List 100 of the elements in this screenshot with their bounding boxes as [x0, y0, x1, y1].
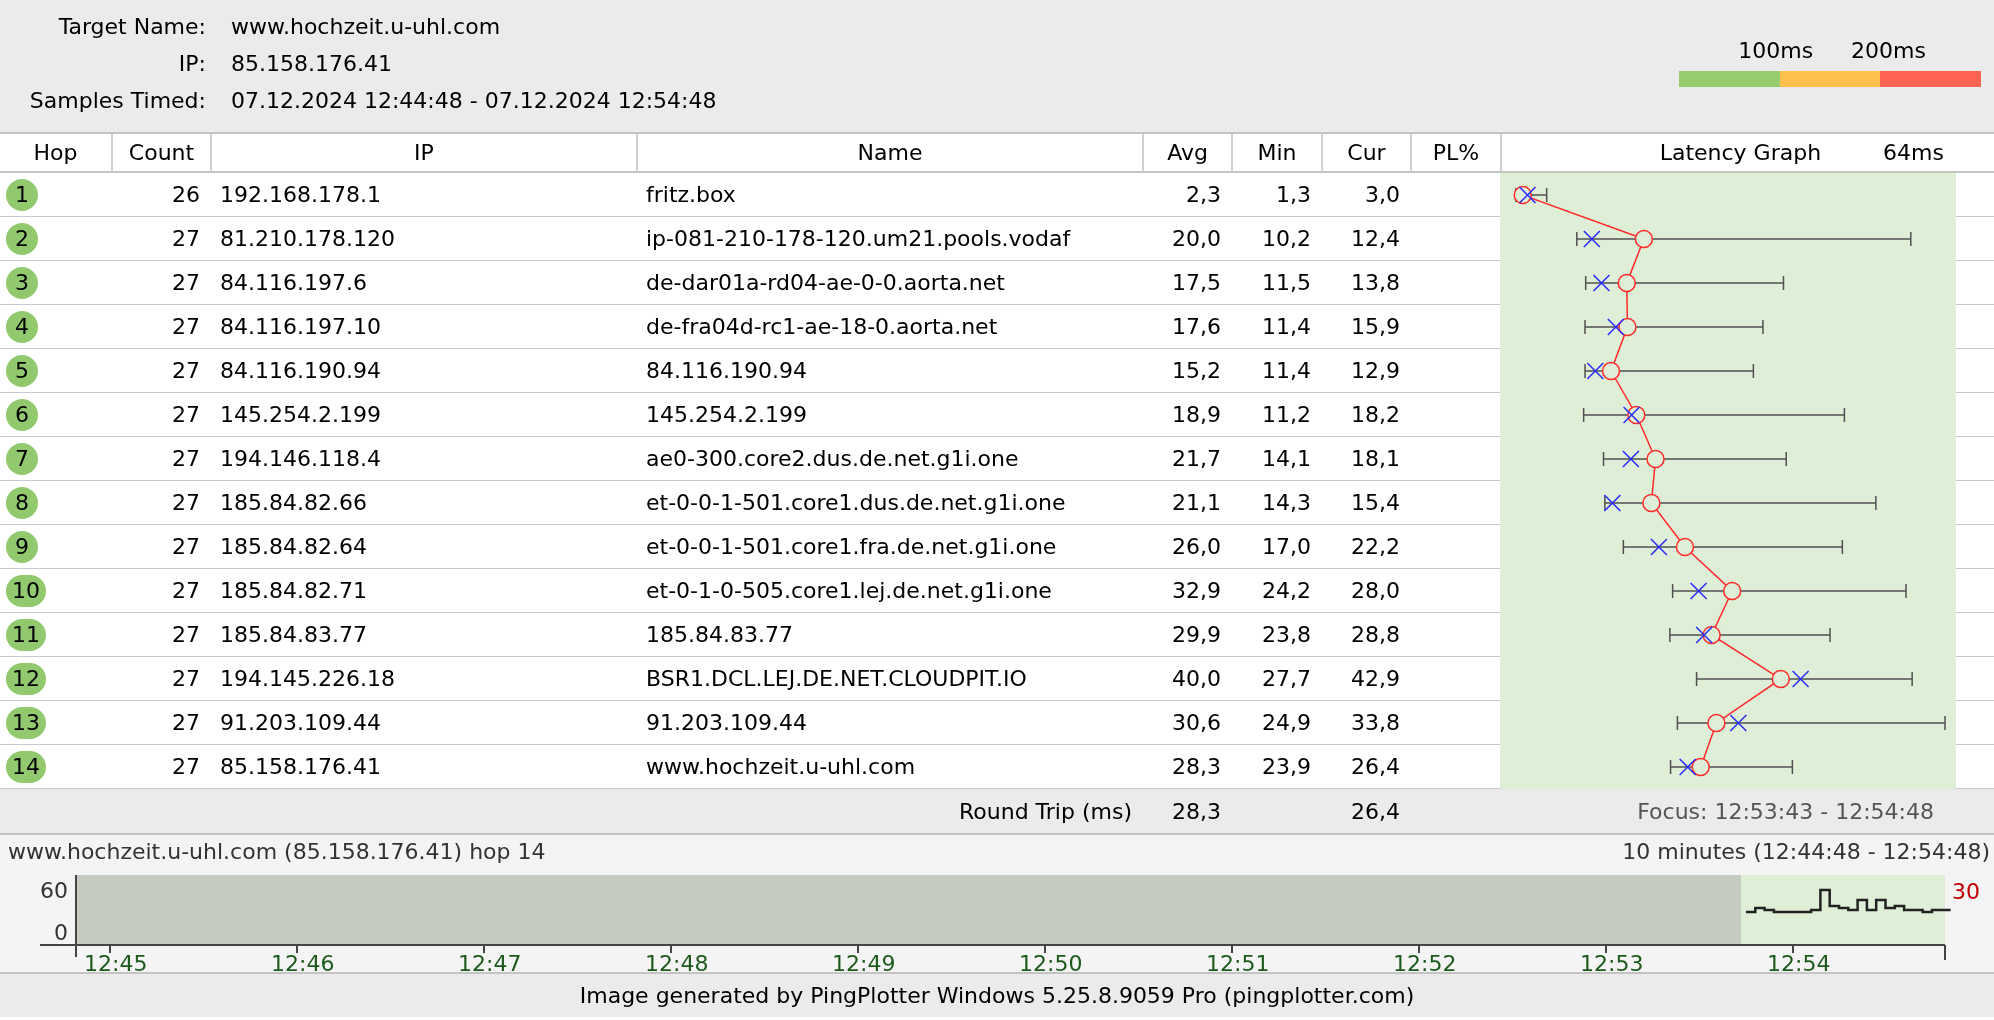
table-cell-text: 17,0	[1261, 534, 1312, 559]
table-cell-text: 185.84.82.66	[219, 490, 368, 515]
table-cell-text: 28,0	[1350, 578, 1401, 603]
time-label: 12:45	[84, 951, 148, 976]
table-cell-text: 26	[171, 182, 201, 207]
table-cell-text: 10,2	[1261, 226, 1312, 251]
table-cell-text: 84.116.197.6	[219, 270, 368, 295]
table-cell-text: 15,4	[1350, 490, 1401, 515]
footer-text: Image generated by PingPlotter Windows 5.25.8.9059 Pro (pingplotter.com)	[0, 974, 1994, 1017]
table-cell-text: 185.84.82.71	[219, 578, 368, 603]
table-cell-text: 15,9	[1350, 314, 1401, 339]
average-marker	[1601, 361, 1621, 381]
table-cell-text: 145.254.2.199	[219, 402, 382, 427]
column-header[interactable]: Count	[111, 134, 210, 171]
column-header[interactable]: Avg	[1142, 134, 1231, 171]
average-marker	[1617, 273, 1636, 293]
current-marker	[1729, 714, 1748, 732]
table-cell-text: 27	[171, 358, 201, 383]
field-value: 85.158.176.41	[231, 51, 393, 76]
average-marker	[1618, 317, 1637, 337]
average-marker	[1646, 449, 1665, 469]
average-marker	[1642, 493, 1661, 513]
hop-badge: 10	[6, 574, 46, 607]
hop-badge: 8	[6, 486, 38, 519]
table-cell-text: 194.146.118.4	[219, 446, 382, 471]
time-label: 12:51	[1206, 951, 1270, 976]
legend-label: 100ms	[1738, 38, 1814, 63]
time-label: 12:49	[832, 951, 896, 976]
table-cell-text: 17,6	[1171, 314, 1222, 339]
table-cell-text: 22,2	[1350, 534, 1401, 559]
table-cell-text: 91.203.109.44	[645, 710, 808, 735]
time-label: 12:47	[458, 951, 522, 976]
table-cell-text: 40,0	[1171, 666, 1222, 691]
column-header[interactable]: Hop	[0, 134, 111, 171]
time-label: 12:50	[1019, 951, 1083, 976]
table-cell-text: 17,5	[1171, 270, 1222, 295]
hop-badge: 1	[6, 178, 38, 211]
table-cell-text: 2,3	[1185, 182, 1222, 207]
hop-badge: 14	[6, 750, 46, 783]
table-cell-text: 26,4	[1350, 798, 1401, 824]
column-header[interactable]: Name	[636, 134, 1142, 171]
table-cell-text: 185.84.83.77	[645, 622, 794, 647]
hop-badge: 5	[6, 354, 38, 387]
column-header[interactable]: IP	[210, 134, 636, 171]
field-value: www.hochzeit.u-uhl.com	[231, 14, 502, 39]
table-cell-text: 11,5	[1261, 270, 1312, 295]
table-cell-text: 27	[171, 754, 201, 779]
current-marker	[1650, 538, 1668, 556]
table-cell-text: 27	[171, 270, 201, 295]
current-marker	[1583, 230, 1601, 248]
current-marker	[1622, 450, 1640, 468]
hop-badge: 3	[6, 266, 38, 299]
table-cell-text: 18,1	[1350, 446, 1401, 471]
column-header[interactable]: PL%	[1410, 134, 1500, 171]
table-cell-text: 23,8	[1261, 622, 1312, 647]
average-marker	[1771, 669, 1790, 689]
table-cell-text: 1,3	[1275, 182, 1312, 207]
focus-area[interactable]	[1741, 875, 1945, 945]
column-header[interactable]: Cur	[1321, 134, 1410, 171]
table-cell-text: 27	[171, 490, 201, 515]
table-cell-text: 24,2	[1261, 578, 1312, 603]
table-cell-text: et-0-0-1-501.core1.fra.de.net.g1i.one	[645, 534, 1058, 559]
table-cell-text: 84.116.190.94	[219, 358, 382, 383]
table-cell-text: et-0-1-0-505.core1.lej.de.net.g1i.one	[645, 578, 1053, 603]
table-cell-text: 27	[171, 710, 201, 735]
current-marker	[1791, 670, 1810, 688]
hop-badge: 12	[6, 662, 46, 695]
table-cell-text: ae0-300.core2.dus.de.net.g1i.one	[645, 446, 1020, 471]
table-cell-text: 12,4	[1350, 226, 1401, 251]
table-cell-text: 28,3	[1171, 754, 1222, 779]
hop-badge: 9	[6, 530, 38, 563]
current-marker	[1689, 582, 1708, 600]
table-cell-text: 18,9	[1171, 402, 1222, 427]
table-cell-text: 85.158.176.41	[219, 754, 382, 779]
time-label: 12:52	[1393, 951, 1457, 976]
table-cell-text: 27	[171, 446, 201, 471]
table-cell-text: 32,9	[1171, 578, 1222, 603]
average-marker	[1691, 757, 1710, 777]
current-marker	[1695, 626, 1713, 644]
hop-badge: 11	[6, 618, 46, 651]
current-marker	[1518, 186, 1537, 204]
round-trip-label: Round Trip (ms)	[958, 798, 1133, 824]
field-label: Samples Timed:	[28, 88, 206, 113]
time-label: 12:54	[1767, 951, 1831, 976]
table-cell-text: 14,1	[1261, 446, 1312, 471]
table-cell-text: www.hochzeit.u-uhl.com	[645, 754, 917, 779]
field-label: IP:	[177, 51, 206, 76]
table-cell-text: 27	[171, 534, 201, 559]
table-cell-text: 27	[171, 226, 201, 251]
table-cell-text: 26,0	[1171, 534, 1222, 559]
current-marker	[1622, 406, 1641, 424]
time-label: 12:46	[271, 951, 335, 976]
time-label: 12:53	[1580, 951, 1644, 976]
focus-range: Focus: 12:53:43 - 12:54:48	[1636, 798, 1935, 824]
current-marker	[1592, 274, 1611, 292]
average-marker	[1722, 581, 1742, 601]
average-marker	[1513, 185, 1532, 205]
timeline-range: 10 minutes (12:44:48 - 12:54:48)	[1622, 839, 1990, 866]
time-label: 12:48	[645, 951, 709, 976]
column-header[interactable]: Min	[1231, 134, 1321, 171]
